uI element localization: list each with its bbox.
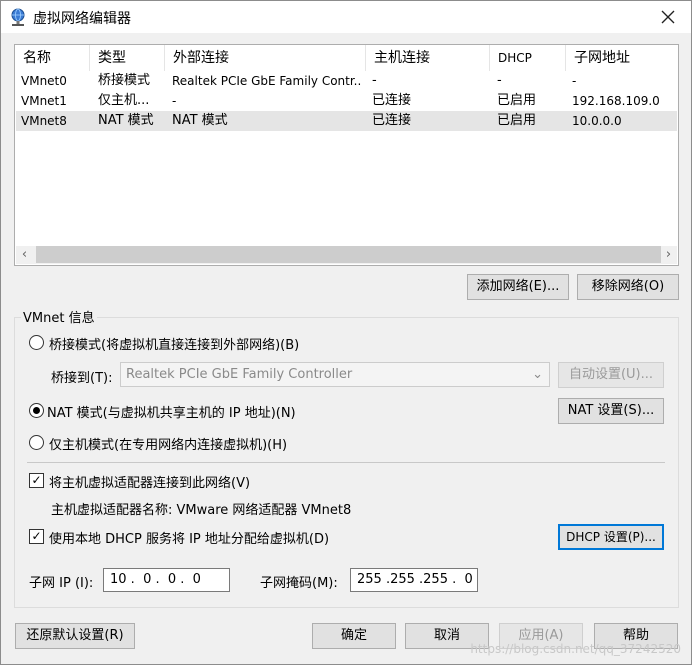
- column-header-name[interactable]: 名称: [15, 45, 90, 71]
- host-only-mode-radio[interactable]: [29, 435, 44, 450]
- cell-subnet: 192.168.109.0: [572, 94, 660, 108]
- scroll-right-icon[interactable]: ›: [660, 246, 677, 263]
- close-icon: [661, 10, 675, 24]
- cell-type: 仅主机...: [98, 93, 150, 108]
- use-dhcp-label[interactable]: 使用本地 DHCP 服务将 IP 地址分配给虚拟机(D): [49, 528, 329, 547]
- cell-type: NAT 模式: [98, 113, 154, 128]
- subnet-ip-input[interactable]: 10 . 0 . 0 . 0: [103, 568, 230, 592]
- scroll-left-icon[interactable]: ‹: [16, 246, 33, 263]
- auto-settings-button[interactable]: 自动设置(U)...: [558, 362, 664, 388]
- use-dhcp-checkbox[interactable]: ✓: [29, 529, 44, 544]
- connect-adapter-label[interactable]: 将主机虚拟适配器连接到此网络(V): [49, 472, 250, 491]
- cell-subnet: 10.0.0.0: [572, 114, 622, 128]
- chevron-down-icon: ⌄: [532, 367, 543, 382]
- horizontal-scrollbar[interactable]: ‹ ›: [16, 246, 677, 264]
- network-globe-icon: [11, 8, 25, 26]
- scrollbar-thumb[interactable]: [36, 246, 661, 263]
- restore-defaults-button[interactable]: 还原默认设置(R): [15, 623, 135, 649]
- title-bar: 虚拟网络编辑器: [1, 1, 691, 33]
- cell-external: -: [172, 94, 177, 108]
- dhcp-settings-button[interactable]: DHCP 设置(P)...: [558, 524, 664, 550]
- cell-name: VMnet8: [21, 114, 67, 128]
- table-row[interactable]: VMnet0 桥接模式 Realtek PCIe GbE Family Cont…: [16, 71, 677, 91]
- host-only-mode-label[interactable]: 仅主机模式(在专用网络内连接虚拟机)(H): [49, 434, 287, 453]
- virtual-network-editor-window: 虚拟网络编辑器 名称 类型 外部连接 主机连接 DHCP 子网地址 VMnet0…: [0, 0, 692, 665]
- nat-mode-radio[interactable]: [29, 403, 44, 418]
- remove-network-button[interactable]: 移除网络(O): [577, 274, 679, 300]
- cell-host: 已连接: [372, 113, 412, 128]
- cell-type: 桥接模式: [98, 73, 151, 88]
- subnet-mask-input[interactable]: 255 .255 .255 . 0: [350, 568, 478, 592]
- cell-host: -: [372, 73, 377, 88]
- ok-button[interactable]: 确定: [312, 623, 396, 649]
- cell-dhcp: 已启用: [497, 93, 537, 108]
- divider: [27, 462, 665, 463]
- cell-name: VMnet0: [21, 74, 67, 88]
- bridge-mode-radio[interactable]: [29, 335, 44, 350]
- nat-settings-button[interactable]: NAT 设置(S)...: [558, 398, 664, 424]
- column-header-dhcp[interactable]: DHCP: [490, 45, 566, 71]
- cell-dhcp: 已启用: [497, 113, 537, 128]
- adapter-name-text: 主机虚拟适配器名称: VMware 网络适配器 VMnet8: [51, 503, 352, 518]
- bridged-to-label: 桥接到(T):: [51, 371, 113, 386]
- cell-name: VMnet1: [21, 94, 67, 108]
- cell-host: 已连接: [372, 93, 412, 108]
- vmnet-info-title: VMnet 信息: [21, 307, 97, 326]
- table-row-selected[interactable]: VMnet8 NAT 模式 NAT 模式 已连接 已启用 10.0.0.0: [16, 111, 677, 131]
- network-list[interactable]: 名称 类型 外部连接 主机连接 DHCP 子网地址 VMnet0 桥接模式 Re…: [14, 44, 679, 266]
- close-button[interactable]: [645, 1, 691, 33]
- radio-selected-dot: [33, 407, 40, 414]
- cell-subnet: -: [572, 74, 577, 88]
- cell-external: NAT 模式: [172, 113, 228, 128]
- bridged-to-select[interactable]: Realtek PCIe GbE Family Controller ⌄: [120, 362, 550, 387]
- column-header-type[interactable]: 类型: [90, 45, 165, 71]
- bridged-to-value: Realtek PCIe GbE Family Controller: [126, 367, 353, 382]
- subnet-ip-label: 子网 IP (I):: [29, 576, 94, 591]
- bridge-mode-label[interactable]: 桥接模式(将虚拟机直接连接到外部网络)(B): [49, 334, 299, 353]
- cell-dhcp: -: [497, 73, 502, 88]
- add-network-button[interactable]: 添加网络(E)...: [467, 274, 569, 300]
- table-row[interactable]: VMnet1 仅主机... - 已连接 已启用 192.168.109.0: [16, 91, 677, 111]
- nat-mode-label[interactable]: NAT 模式(与虚拟机共享主机的 IP 地址)(N): [47, 402, 296, 421]
- watermark-text: https://blog.csdn.net/qq_37242520: [470, 642, 681, 656]
- cell-external: Realtek PCIe GbE Family Contr...: [172, 74, 362, 88]
- column-header-host[interactable]: 主机连接: [366, 45, 490, 71]
- window-title: 虚拟网络编辑器: [33, 11, 131, 27]
- connect-adapter-checkbox[interactable]: ✓: [29, 473, 44, 488]
- column-header-subnet[interactable]: 子网地址: [566, 45, 676, 71]
- subnet-mask-label: 子网掩码(M):: [260, 576, 338, 591]
- column-header-external[interactable]: 外部连接: [165, 45, 366, 71]
